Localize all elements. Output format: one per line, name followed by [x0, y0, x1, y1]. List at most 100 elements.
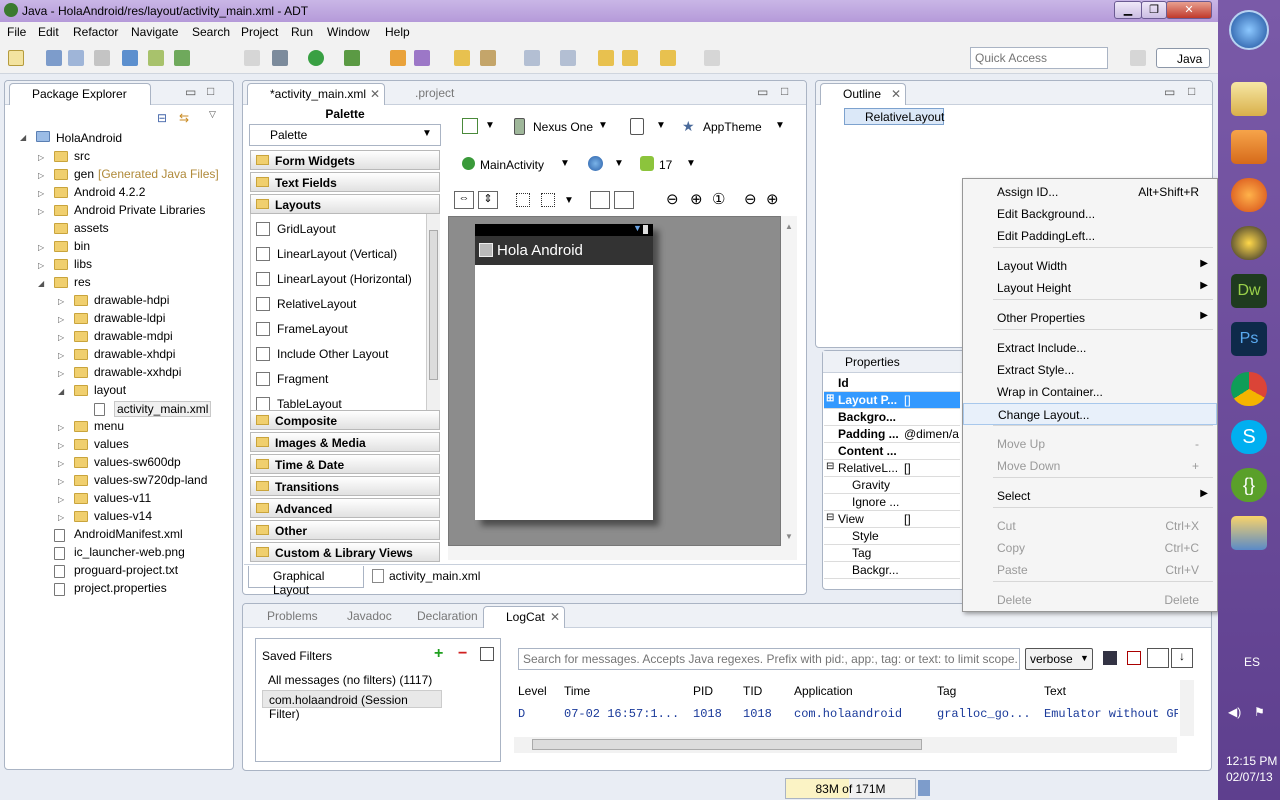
- palette-category-layouts[interactable]: Layouts: [250, 194, 440, 214]
- dreamweaver-icon[interactable]: Dw: [1231, 274, 1267, 308]
- expand-arrow-icon[interactable]: ▷: [58, 315, 64, 324]
- property-row[interactable]: Tag: [824, 545, 960, 562]
- avd-manager-icon[interactable]: [148, 50, 164, 66]
- flag-icon[interactable]: ⚑: [1254, 705, 1265, 719]
- palette-item-gridlayout[interactable]: GridLayout: [256, 221, 416, 239]
- orientation-icon[interactable]: [630, 118, 644, 135]
- lint-icon[interactable]: [174, 50, 190, 66]
- tab-activity-main-xml[interactable]: activity_main.xml: [389, 569, 480, 583]
- filter-all-messages[interactable]: All messages (no filters) (1117): [268, 673, 432, 687]
- media-player-icon[interactable]: [1231, 130, 1267, 164]
- expand-icon[interactable]: ⊟: [826, 461, 834, 472]
- outline-node-relativelayout[interactable]: RelativeLayout: [844, 108, 944, 125]
- expand-arrow-icon[interactable]: ▷: [38, 261, 44, 270]
- maximize-view-icon[interactable]: □: [1188, 84, 1195, 98]
- menu-item-wrap-in-container[interactable]: Wrap in Container...: [963, 381, 1217, 403]
- property-row[interactable]: Style: [824, 528, 960, 545]
- file-explorer-icon[interactable]: [1231, 82, 1267, 116]
- tree-item-src[interactable]: src: [74, 149, 90, 163]
- adt-app-icon[interactable]: {}: [1231, 468, 1267, 502]
- tree-project[interactable]: HolaAndroid: [56, 131, 122, 145]
- external-tools-icon[interactable]: [344, 50, 360, 66]
- tree-item-project-properties[interactable]: project.properties: [74, 581, 167, 595]
- logcat-hscrollbar[interactable]: [514, 737, 1177, 753]
- expand-arrow-icon[interactable]: ▷: [58, 351, 64, 360]
- expand-arrow-icon[interactable]: ▷: [58, 297, 64, 306]
- palette-category-transitions[interactable]: Transitions: [250, 476, 440, 496]
- expand-arrow-icon[interactable]: ▷: [38, 171, 44, 180]
- logcat-column-header[interactable]: PID: [693, 684, 713, 698]
- menu-edit[interactable]: Edit: [38, 25, 59, 39]
- menu-item-delete[interactable]: Delete Delete: [963, 589, 1217, 611]
- menu-item-layout-height[interactable]: Layout Height ▶: [963, 277, 1217, 299]
- tree-item-libs[interactable]: libs: [74, 257, 92, 271]
- palette-category-composite[interactable]: Composite: [250, 410, 440, 430]
- tree-item-ic-launcher-web-png[interactable]: ic_launcher-web.png: [74, 545, 185, 559]
- tree-item-values-v14[interactable]: values-v14: [94, 509, 152, 523]
- clock-date[interactable]: 02/07/13: [1226, 770, 1273, 784]
- logcat-column-header[interactable]: Time: [564, 684, 590, 698]
- chrome-icon[interactable]: [1231, 372, 1267, 406]
- pin-editor-icon[interactable]: [704, 50, 720, 66]
- layout-actions-icon[interactable]: [590, 191, 610, 209]
- prev-annotation-icon[interactable]: [560, 50, 576, 66]
- tree-item-drawable-ldpi[interactable]: drawable-ldpi: [94, 311, 165, 325]
- logcat-column-header[interactable]: Level: [518, 684, 547, 698]
- tree-item-drawable-xxhdpi[interactable]: drawable-xxhdpi: [94, 365, 181, 379]
- toggle-mark-icon[interactable]: [244, 50, 260, 66]
- tree-item-android-4-2-2[interactable]: Android 4.2.2: [74, 185, 145, 199]
- menu-item-select[interactable]: Select ▶: [963, 485, 1217, 507]
- photoshop-icon[interactable]: Ps: [1231, 322, 1267, 356]
- scroll-lock-icon[interactable]: ↓: [1171, 648, 1193, 668]
- locale-globe-icon[interactable]: [588, 156, 603, 171]
- maximize-button[interactable]: ❐: [1141, 1, 1167, 19]
- save-icon[interactable]: [46, 50, 62, 66]
- expand-arrow-icon[interactable]: ▷: [38, 207, 44, 216]
- property-row[interactable]: ⊟ RelativeL... []: [824, 460, 960, 477]
- chevron-down-icon[interactable]: ▼: [560, 158, 570, 169]
- palette-item-relativelayout[interactable]: RelativeLayout: [256, 296, 416, 314]
- editor-minimize-icon[interactable]: ▭: [757, 85, 768, 99]
- palette-item-fragment[interactable]: Fragment: [256, 371, 416, 389]
- new-package-icon[interactable]: [414, 50, 430, 66]
- menu-item-layout-width[interactable]: Layout Width ▶: [963, 255, 1217, 277]
- tree-item-bin[interactable]: bin: [74, 239, 90, 253]
- new-class-icon[interactable]: [390, 50, 406, 66]
- tree-item-values-sw600dp[interactable]: values-sw600dp: [94, 455, 181, 469]
- logcat-column-header[interactable]: Application: [794, 684, 853, 698]
- expand-arrow-icon[interactable]: ▷: [58, 369, 64, 378]
- property-row[interactable]: Content ...: [824, 443, 960, 460]
- package-explorer-tab[interactable]: Package Explorer: [9, 83, 151, 105]
- menu-item-copy[interactable]: Copy Ctrl+C: [963, 537, 1217, 559]
- chevron-down-icon[interactable]: ▼: [775, 120, 785, 131]
- palette-header[interactable]: Palette: [250, 107, 440, 122]
- remove-filter-icon[interactable]: −: [458, 645, 467, 663]
- tab-problems[interactable]: Problems: [267, 609, 318, 623]
- tab-logcat[interactable]: LogCat ✕: [483, 606, 565, 628]
- property-row[interactable]: ⊞ Layout P... []: [824, 392, 960, 409]
- property-row[interactable]: Backgro...: [824, 409, 960, 426]
- palette-category-advanced[interactable]: Advanced: [250, 498, 440, 518]
- expand-icon[interactable]: ⊞: [826, 393, 834, 404]
- menu-item-move-up[interactable]: Move Up -: [963, 433, 1217, 455]
- menu-item-move-down[interactable]: Move Down +: [963, 455, 1217, 477]
- expand-arrow-icon[interactable]: ◢: [58, 387, 64, 396]
- skype-icon[interactable]: S: [1231, 420, 1267, 454]
- chevron-down-icon[interactable]: ▼: [656, 120, 666, 131]
- tree-item-gen[interactable]: gen: [74, 167, 94, 181]
- property-row[interactable]: ⊟ View []: [824, 511, 960, 528]
- tree-item-android-private-libraries[interactable]: Android Private Libraries: [74, 203, 205, 217]
- canvas-hscrollbar[interactable]: [448, 546, 797, 560]
- property-row[interactable]: Ignore ...: [824, 494, 960, 511]
- logcat-scroll-thumb[interactable]: [532, 739, 922, 750]
- property-row[interactable]: Id: [824, 375, 960, 392]
- close-tab-icon[interactable]: ✕: [370, 87, 380, 101]
- tab-graphical-layout[interactable]: Graphical Layout: [248, 566, 364, 597]
- expand-arrow-icon[interactable]: ▷: [58, 459, 64, 468]
- canvas-vscrollbar[interactable]: ▲ ▼: [781, 216, 797, 546]
- chevron-down-icon[interactable]: ▼: [598, 120, 608, 131]
- palette-category-other[interactable]: Other: [250, 520, 440, 540]
- logcat-column-header[interactable]: TID: [743, 684, 762, 698]
- tree-item-values[interactable]: values: [94, 437, 129, 451]
- menu-item-edit-paddingleft[interactable]: Edit PaddingLeft...: [963, 225, 1217, 247]
